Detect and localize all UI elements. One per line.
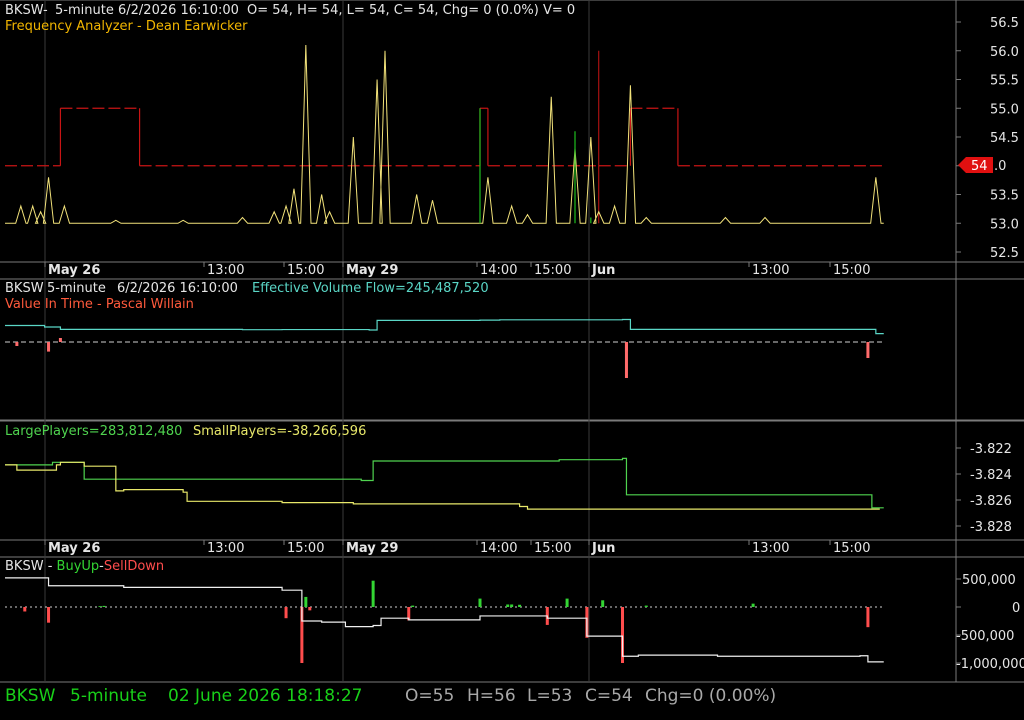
evf-header-study-value: Effective Volume Flow=245,487,520 <box>252 281 489 296</box>
players-axis-label-0: -3.822 <box>970 442 1012 457</box>
selldown-bar-2 <box>284 607 288 619</box>
buyup-bar-1 <box>102 605 106 607</box>
time-axis-top-label-5: 15:00 <box>534 263 571 278</box>
buysell-axis-label-0: 500,000 <box>962 573 1016 588</box>
buyup-bar-3 <box>371 580 375 607</box>
viw-study-name: Value In Time <box>5 297 93 312</box>
time-axis-bottom-label-2: 15:00 <box>287 541 324 556</box>
price-header-symbol: BKSW- <box>5 3 48 18</box>
status-low: L=53 <box>527 686 573 706</box>
price-axis-label-0: 52.5 <box>990 246 1019 261</box>
buyup-bar-5 <box>478 598 482 607</box>
time-axis-top-label-7: 13:00 <box>752 263 789 278</box>
status-close: C=54 <box>585 686 633 706</box>
status-change: Chg=0 (0.00%) <box>645 686 777 706</box>
buyup-bar-2 <box>304 596 308 607</box>
buyup-bar-12 <box>751 603 755 607</box>
time-axis-top-label-2: 15:00 <box>287 263 324 278</box>
study-separator: - <box>133 19 146 34</box>
buyup-bar-8 <box>518 604 522 607</box>
price-axis-label-6: 55.5 <box>990 74 1019 89</box>
time-axis-top-label-4: 14:00 <box>480 263 517 278</box>
time-axis-top-label-6: Jun <box>591 263 615 278</box>
study-name: Frequency Analyzer <box>5 19 134 34</box>
study-frequency-analyzer-label: Frequency Analyzer - Dean Earwicker <box>5 19 248 34</box>
time-axis-bottom-label-7: 13:00 <box>752 541 789 556</box>
time-axis-bottom-label-0: May 26 <box>48 541 100 556</box>
time-axis-bottom-label-4: 14:00 <box>480 541 517 556</box>
time-axis-bottom-label-6: Jun <box>591 541 615 556</box>
buyup-label: BuyUp <box>57 559 100 574</box>
selldown-bar-0 <box>23 607 27 612</box>
viw-bar-1 <box>47 342 51 352</box>
price-axis-label-2: 53.5 <box>990 189 1019 204</box>
time-axis-top-label-1: 13:00 <box>207 263 244 278</box>
chart-background <box>0 0 1024 720</box>
buyup-bar-7 <box>510 604 514 607</box>
players-axis-label-2: -3.826 <box>970 494 1012 509</box>
viw-bar-0 <box>15 342 19 346</box>
buyup-bar-4 <box>411 605 415 607</box>
viw-bar-5 <box>866 342 870 358</box>
players-axis-label-3: -3.828 <box>970 520 1012 535</box>
status-high: H=56 <box>467 686 516 706</box>
time-axis-top-label-8: 15:00 <box>833 263 870 278</box>
evf-header-datetime: 6/2/2026 16:10:00 <box>117 281 238 296</box>
viw-bar-4 <box>624 342 628 352</box>
buyup-bar-11 <box>644 605 648 607</box>
evf-header-interval: 5-minute <box>47 281 106 296</box>
selldown-label: SellDown <box>104 559 164 574</box>
chart-canvas: BKSW- 5-minute 6/2/2026 16:10:00 O= 54, … <box>0 0 1024 720</box>
time-axis-bottom-label-3: May 29 <box>346 541 398 556</box>
time-axis-bottom-label-8: 15:00 <box>833 541 870 556</box>
status-open: O=55 <box>405 686 455 706</box>
status-datetime: 02 June 2026 18:18:27 <box>168 686 363 706</box>
viw-study-separator: - <box>93 297 106 312</box>
time-axis-top-label-3: May 29 <box>346 263 398 278</box>
small-players-label: SmallPlayers=-38,266,596 <box>193 424 366 439</box>
evf-header-symbol: BKSW <box>5 281 44 296</box>
buyup-bar-6 <box>506 604 510 607</box>
buysell-header: BKSW - BuyUp-SellDown <box>5 559 164 574</box>
buysell-axis-label-2: -500,000 <box>956 629 1014 644</box>
selldown-bar-9 <box>866 607 870 628</box>
status-bar: BKSW 5-minute 02 June 2026 18:18:27 O=55… <box>0 682 1024 720</box>
time-axis-bottom-label-5: 15:00 <box>534 541 571 556</box>
study-value-in-time-label: Value In Time - Pascal Willain <box>5 297 194 312</box>
last-price-tag-axis-value: .0 <box>994 159 1006 174</box>
selldown-bar-4 <box>308 607 312 611</box>
players-axis-label-1: -3.824 <box>970 468 1012 483</box>
price-header-ohlc: O= 54, H= 54, L= 54, C= 54, Chg= 0 (0.0%… <box>247 3 575 18</box>
status-symbol: BKSW <box>5 686 56 706</box>
selldown-bar-1 <box>47 607 51 623</box>
price-header-datetime: 6/2/2026 16:10:00 <box>118 3 239 18</box>
viw-study-author: Pascal Willain <box>106 297 194 312</box>
status-interval: 5-minute <box>70 686 147 706</box>
viw-bar-2 <box>58 338 62 342</box>
buysell-symbol: BKSW <box>5 559 44 574</box>
time-axis-top-label-0: May 26 <box>48 263 100 278</box>
last-price-tag: 54 .0 <box>958 157 1006 174</box>
price-axis-label-4: 54.5 <box>990 131 1019 146</box>
buysell-axis-label-3: -1,000,000 <box>956 657 1024 672</box>
buyup-bar-0 <box>98 606 102 607</box>
price-header-interval: 5-minute <box>55 3 114 18</box>
time-axis-bottom-label-1: 13:00 <box>207 541 244 556</box>
buyup-bar-10 <box>601 600 605 607</box>
price-axis-label-8: 56.5 <box>990 16 1019 31</box>
buyup-bar-9 <box>565 598 569 607</box>
buysell-panel-header: BKSW - BuyUp-SellDown <box>5 559 164 574</box>
large-players-label: LargePlayers=283,812,480 <box>5 424 182 439</box>
buysell-sep1: - <box>44 559 57 574</box>
price-axis-label-7: 56.0 <box>990 45 1019 60</box>
price-axis-label-5: 55.0 <box>990 102 1019 117</box>
last-price-tag-value: 54 <box>971 159 988 174</box>
buysell-axis-label-1: 0 <box>1012 601 1020 616</box>
study-author: Dean Earwicker <box>146 19 248 34</box>
price-axis-label-1: 53.0 <box>990 217 1019 232</box>
